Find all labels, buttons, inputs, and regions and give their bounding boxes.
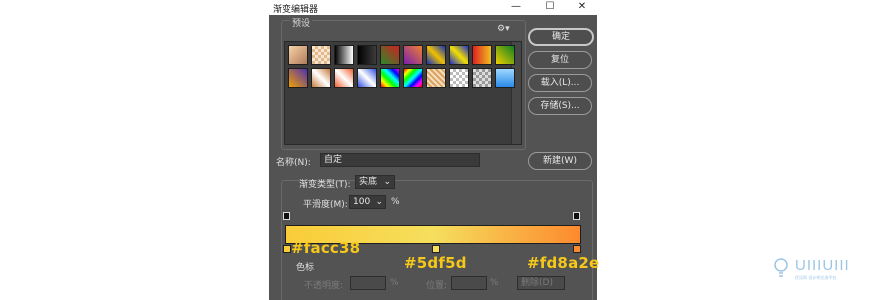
annotation-middle-color: #5df5d xyxy=(404,254,467,272)
opacity-input[interactable] xyxy=(350,276,386,290)
preset-swatch[interactable] xyxy=(334,68,354,88)
preset-swatch[interactable] xyxy=(311,68,331,88)
load-button[interactable]: 载入(L)... xyxy=(528,74,592,92)
position-input[interactable] xyxy=(451,276,487,290)
preset-swatch[interactable] xyxy=(311,45,331,65)
color-stop-left[interactable] xyxy=(283,245,291,253)
preset-swatch[interactable] xyxy=(334,45,354,65)
smoothness-input[interactable]: 100 ⌄ xyxy=(349,195,386,209)
preset-swatch[interactable] xyxy=(288,45,308,65)
close-button[interactable]: ✕ xyxy=(571,0,593,15)
annotation-right-color: #fd8a2e xyxy=(527,254,600,272)
ok-button[interactable]: 确定 xyxy=(528,28,594,46)
logo-text: UIIIUIII xyxy=(795,257,850,274)
smoothness-label: 平滑度(M): xyxy=(303,200,348,210)
opacity-stop-right[interactable] xyxy=(573,212,580,220)
opacity-label: 不透明度: xyxy=(304,281,344,291)
smoothness-unit: % xyxy=(391,197,400,207)
chevron-down-icon: ⌄ xyxy=(383,177,391,187)
preset-swatch[interactable] xyxy=(449,68,469,88)
delete-button[interactable]: 删除(D) xyxy=(517,276,565,290)
opacity-stop-left[interactable] xyxy=(283,212,290,220)
gear-icon[interactable]: ⚙▾ xyxy=(497,24,510,34)
save-button[interactable]: 存储(S)... xyxy=(528,97,592,115)
name-label: 名称(N): xyxy=(276,158,311,168)
color-stops-label: 色标 xyxy=(296,263,315,273)
annotation-left-color: #facc38 xyxy=(291,239,361,257)
presets-label: 预设 xyxy=(290,16,313,29)
preset-swatch[interactable] xyxy=(472,45,492,65)
color-stop-right[interactable] xyxy=(573,245,581,253)
opacity-unit: % xyxy=(390,278,399,288)
position-label: 位置: xyxy=(426,281,448,291)
color-stop-middle[interactable] xyxy=(432,245,440,253)
preset-swatch[interactable] xyxy=(380,45,400,65)
preset-swatch[interactable] xyxy=(403,45,423,65)
smoothness-value: 100 xyxy=(353,197,371,207)
preset-swatch[interactable] xyxy=(403,68,423,88)
preset-swatch[interactable] xyxy=(426,45,446,65)
preset-swatch[interactable] xyxy=(495,45,515,65)
preset-swatch[interactable] xyxy=(288,68,308,88)
minimize-button[interactable]: — xyxy=(505,0,527,15)
gradient-type-select[interactable]: 实底 ⌄ xyxy=(355,175,395,189)
position-unit: % xyxy=(490,278,499,288)
title-bar: 渐变编辑器 — ☐ ✕ xyxy=(269,0,597,15)
logo-subtext: 优设网 设计师交流平台 xyxy=(795,275,837,280)
preset-swatch[interactable] xyxy=(472,68,492,88)
preset-swatch[interactable] xyxy=(426,68,446,88)
preset-swatch[interactable] xyxy=(380,68,400,88)
new-button[interactable]: 新建(W) xyxy=(528,152,592,170)
maximize-button[interactable]: ☐ xyxy=(539,0,561,15)
window-title: 渐变编辑器 xyxy=(273,5,319,15)
chevron-down-icon[interactable]: ⌄ xyxy=(375,196,383,208)
preset-swatch-grid xyxy=(284,41,522,145)
reset-button[interactable]: 复位 xyxy=(528,51,592,69)
preset-swatch[interactable] xyxy=(357,45,377,65)
preset-swatch[interactable] xyxy=(449,45,469,65)
uisdc-logo: UIIIUIII 优设网 设计师交流平台 xyxy=(773,255,863,288)
gradient-type-value: 实底 xyxy=(359,177,378,187)
gradient-type-label: 渐变类型(T): xyxy=(299,180,351,190)
preset-swatch[interactable] xyxy=(357,68,377,88)
name-input[interactable]: 自定 xyxy=(320,153,480,167)
presets-panel: 预设 ⚙▾ xyxy=(281,16,526,150)
preset-swatch[interactable] xyxy=(495,68,515,88)
